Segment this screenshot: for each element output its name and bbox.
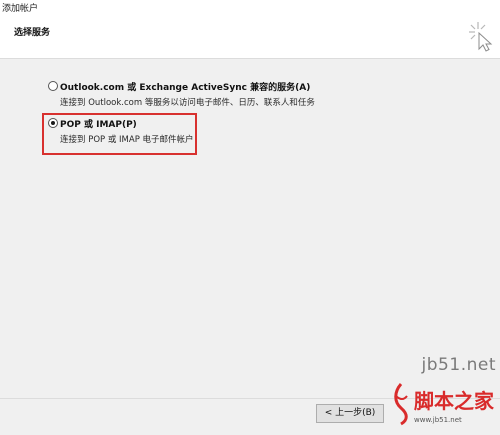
window-title: 添加帐户: [2, 4, 39, 14]
option-exchange-label[interactable]: Outlook.com 或 Exchange ActiveSync 兼容的服务(…: [60, 80, 310, 93]
cursor-sparkle-icon: [469, 22, 493, 52]
watermark-url: jb51.net: [421, 355, 496, 375]
radio-exchange[interactable]: [48, 81, 58, 91]
page-title: 选择服务: [14, 28, 51, 38]
highlight-annotation-box: [42, 113, 197, 155]
option-exchange-description: 连接到 Outlook.com 等服务以访问电子邮件、日历、联系人和任务: [60, 98, 315, 108]
watermark-logo-icon: [394, 383, 408, 426]
wizard-header: 选择服务: [0, 14, 500, 58]
title-bar: 添加帐户: [0, 0, 500, 14]
watermark: jb51.net 脚本之家 www.jb51.net: [384, 355, 500, 435]
watermark-sub: www.jb51.net: [414, 416, 462, 424]
watermark-name: 脚本之家: [414, 389, 494, 413]
content-area: Outlook.com 或 Exchange ActiveSync 兼容的服务(…: [0, 59, 500, 435]
back-button[interactable]: < 上一步(B): [316, 404, 384, 423]
